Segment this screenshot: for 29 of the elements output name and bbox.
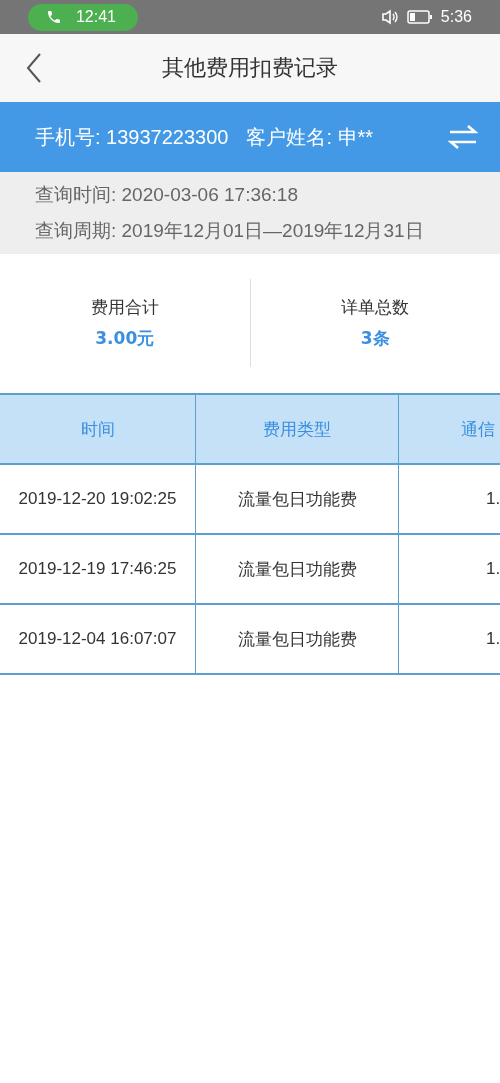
table-cell: 流量包日功能费 xyxy=(195,605,398,673)
table-cell: 流量包日功能费 xyxy=(195,535,398,603)
swap-icon[interactable] xyxy=(448,124,478,150)
column-header: 通信 xyxy=(398,395,500,463)
table-cell: 1. xyxy=(398,535,500,603)
call-indicator[interactable]: 12:41 xyxy=(28,3,138,31)
table-cell-text: 2019-12-04 16:07:07 xyxy=(17,628,178,650)
column-header: 时间 xyxy=(0,395,195,463)
summary-value: 3条 xyxy=(360,327,390,350)
table-cell: 1. xyxy=(398,605,500,673)
customer-name: 客户姓名: 申** xyxy=(246,124,374,150)
summary-label: 费用合计 xyxy=(90,296,159,319)
summary-label: 详单总数 xyxy=(341,296,410,319)
clock: 5:36 xyxy=(440,8,472,26)
call-time: 12:41 xyxy=(75,8,116,26)
table-cell-text: 2019-12-20 19:02:25 xyxy=(17,488,178,510)
query-period: 查询周期: 2019年12月01日—2019年12月31日 xyxy=(35,219,425,243)
table-cell: 1. xyxy=(398,465,500,533)
column-header: 费用类型 xyxy=(195,395,398,463)
speaker-icon xyxy=(380,9,399,25)
back-icon xyxy=(26,53,42,83)
summary-value: 3.00元 xyxy=(95,327,155,350)
phone-icon xyxy=(46,9,62,25)
page-title: 其他费用扣费记录 xyxy=(162,54,338,82)
table-cell: 流量包日功能费 xyxy=(195,465,398,533)
phone-number: 手机号: 13937223300 xyxy=(35,124,229,150)
table-cell-text: 2019-12-19 17:46:25 xyxy=(17,558,178,580)
battery-icon xyxy=(406,10,433,24)
query-time: 查询时间: 2020-03-06 17:36:18 xyxy=(35,183,299,207)
